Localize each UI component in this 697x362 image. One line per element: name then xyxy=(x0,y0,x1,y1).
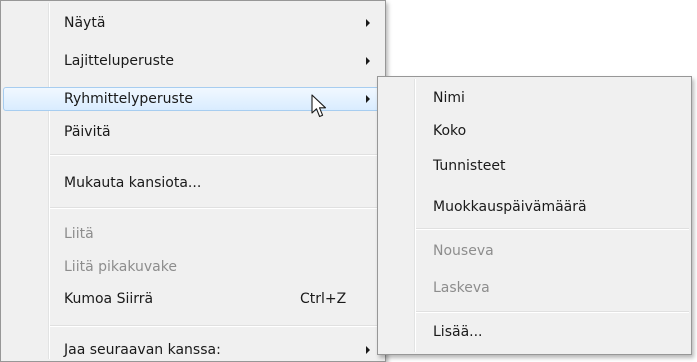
menu-item-label: Tunnisteet xyxy=(433,158,506,174)
menu-item-paste-shortcut[interactable]: Liitä pikakuvake xyxy=(3,255,383,279)
menu-item-label: Näytä xyxy=(64,15,106,31)
mouse-pointer-icon xyxy=(311,94,327,118)
menu-separator xyxy=(50,154,383,156)
submenu-item-descending[interactable]: Laskeva xyxy=(380,276,689,300)
menu-item-view[interactable]: Näytä xyxy=(3,11,383,35)
menu-separator xyxy=(50,325,383,327)
submenu-item-more[interactable]: Lisää... xyxy=(380,320,689,344)
keyboard-shortcut: Ctrl+Z xyxy=(300,291,347,307)
menu-item-label: Nimi xyxy=(433,90,465,106)
group-by-submenu: Nimi Koko Tunnisteet Muokkauspäivämäärä … xyxy=(377,76,692,355)
chevron-right-icon xyxy=(366,346,370,354)
menu-item-label: Koko xyxy=(433,123,467,139)
submenu-item-tags[interactable]: Tunnisteet xyxy=(380,154,689,178)
menu-item-customize-folder[interactable]: Mukauta kansiota... xyxy=(3,171,383,195)
submenu-item-ascending[interactable]: Nouseva xyxy=(380,239,689,263)
menu-separator xyxy=(416,311,689,313)
menu-item-label: Laskeva xyxy=(433,280,490,296)
menu-item-share-with[interactable]: Jaa seuraavan kanssa: xyxy=(3,338,383,362)
menu-item-label: Jaa seuraavan kanssa: xyxy=(64,342,221,358)
menu-item-label: Ryhmittelyperuste xyxy=(64,91,193,107)
menu-item-label: Lajitteluperuste xyxy=(64,53,175,69)
submenu-item-name[interactable]: Nimi xyxy=(380,86,689,110)
menu-item-undo-move[interactable]: Kumoa Siirrä Ctrl+Z xyxy=(3,287,383,311)
menu-item-paste[interactable]: Liitä xyxy=(3,222,383,246)
menu-item-sort-by[interactable]: Lajitteluperuste xyxy=(3,49,383,73)
menu-item-refresh[interactable]: Päivitä xyxy=(3,120,383,144)
menu-separator xyxy=(50,207,383,209)
context-menu: Näytä Lajitteluperuste Ryhmittelyperuste… xyxy=(0,0,386,362)
menu-item-label: Muokkauspäivämäärä xyxy=(433,199,587,215)
menu-separator xyxy=(416,228,689,230)
chevron-right-icon xyxy=(366,19,370,27)
menu-item-label: Lisää... xyxy=(433,324,483,340)
chevron-right-icon xyxy=(366,95,370,103)
menu-item-label: Liitä pikakuvake xyxy=(64,259,177,275)
menu-item-label: Kumoa Siirrä xyxy=(64,291,154,307)
submenu-item-size[interactable]: Koko xyxy=(380,119,689,143)
menu-item-label: Nouseva xyxy=(433,243,494,259)
menu-item-label: Liitä xyxy=(64,226,94,242)
submenu-item-date-modified[interactable]: Muokkauspäivämäärä xyxy=(380,195,689,219)
chevron-right-icon xyxy=(366,57,370,65)
menu-item-label: Mukauta kansiota... xyxy=(64,175,202,191)
menu-item-label: Päivitä xyxy=(64,124,111,140)
